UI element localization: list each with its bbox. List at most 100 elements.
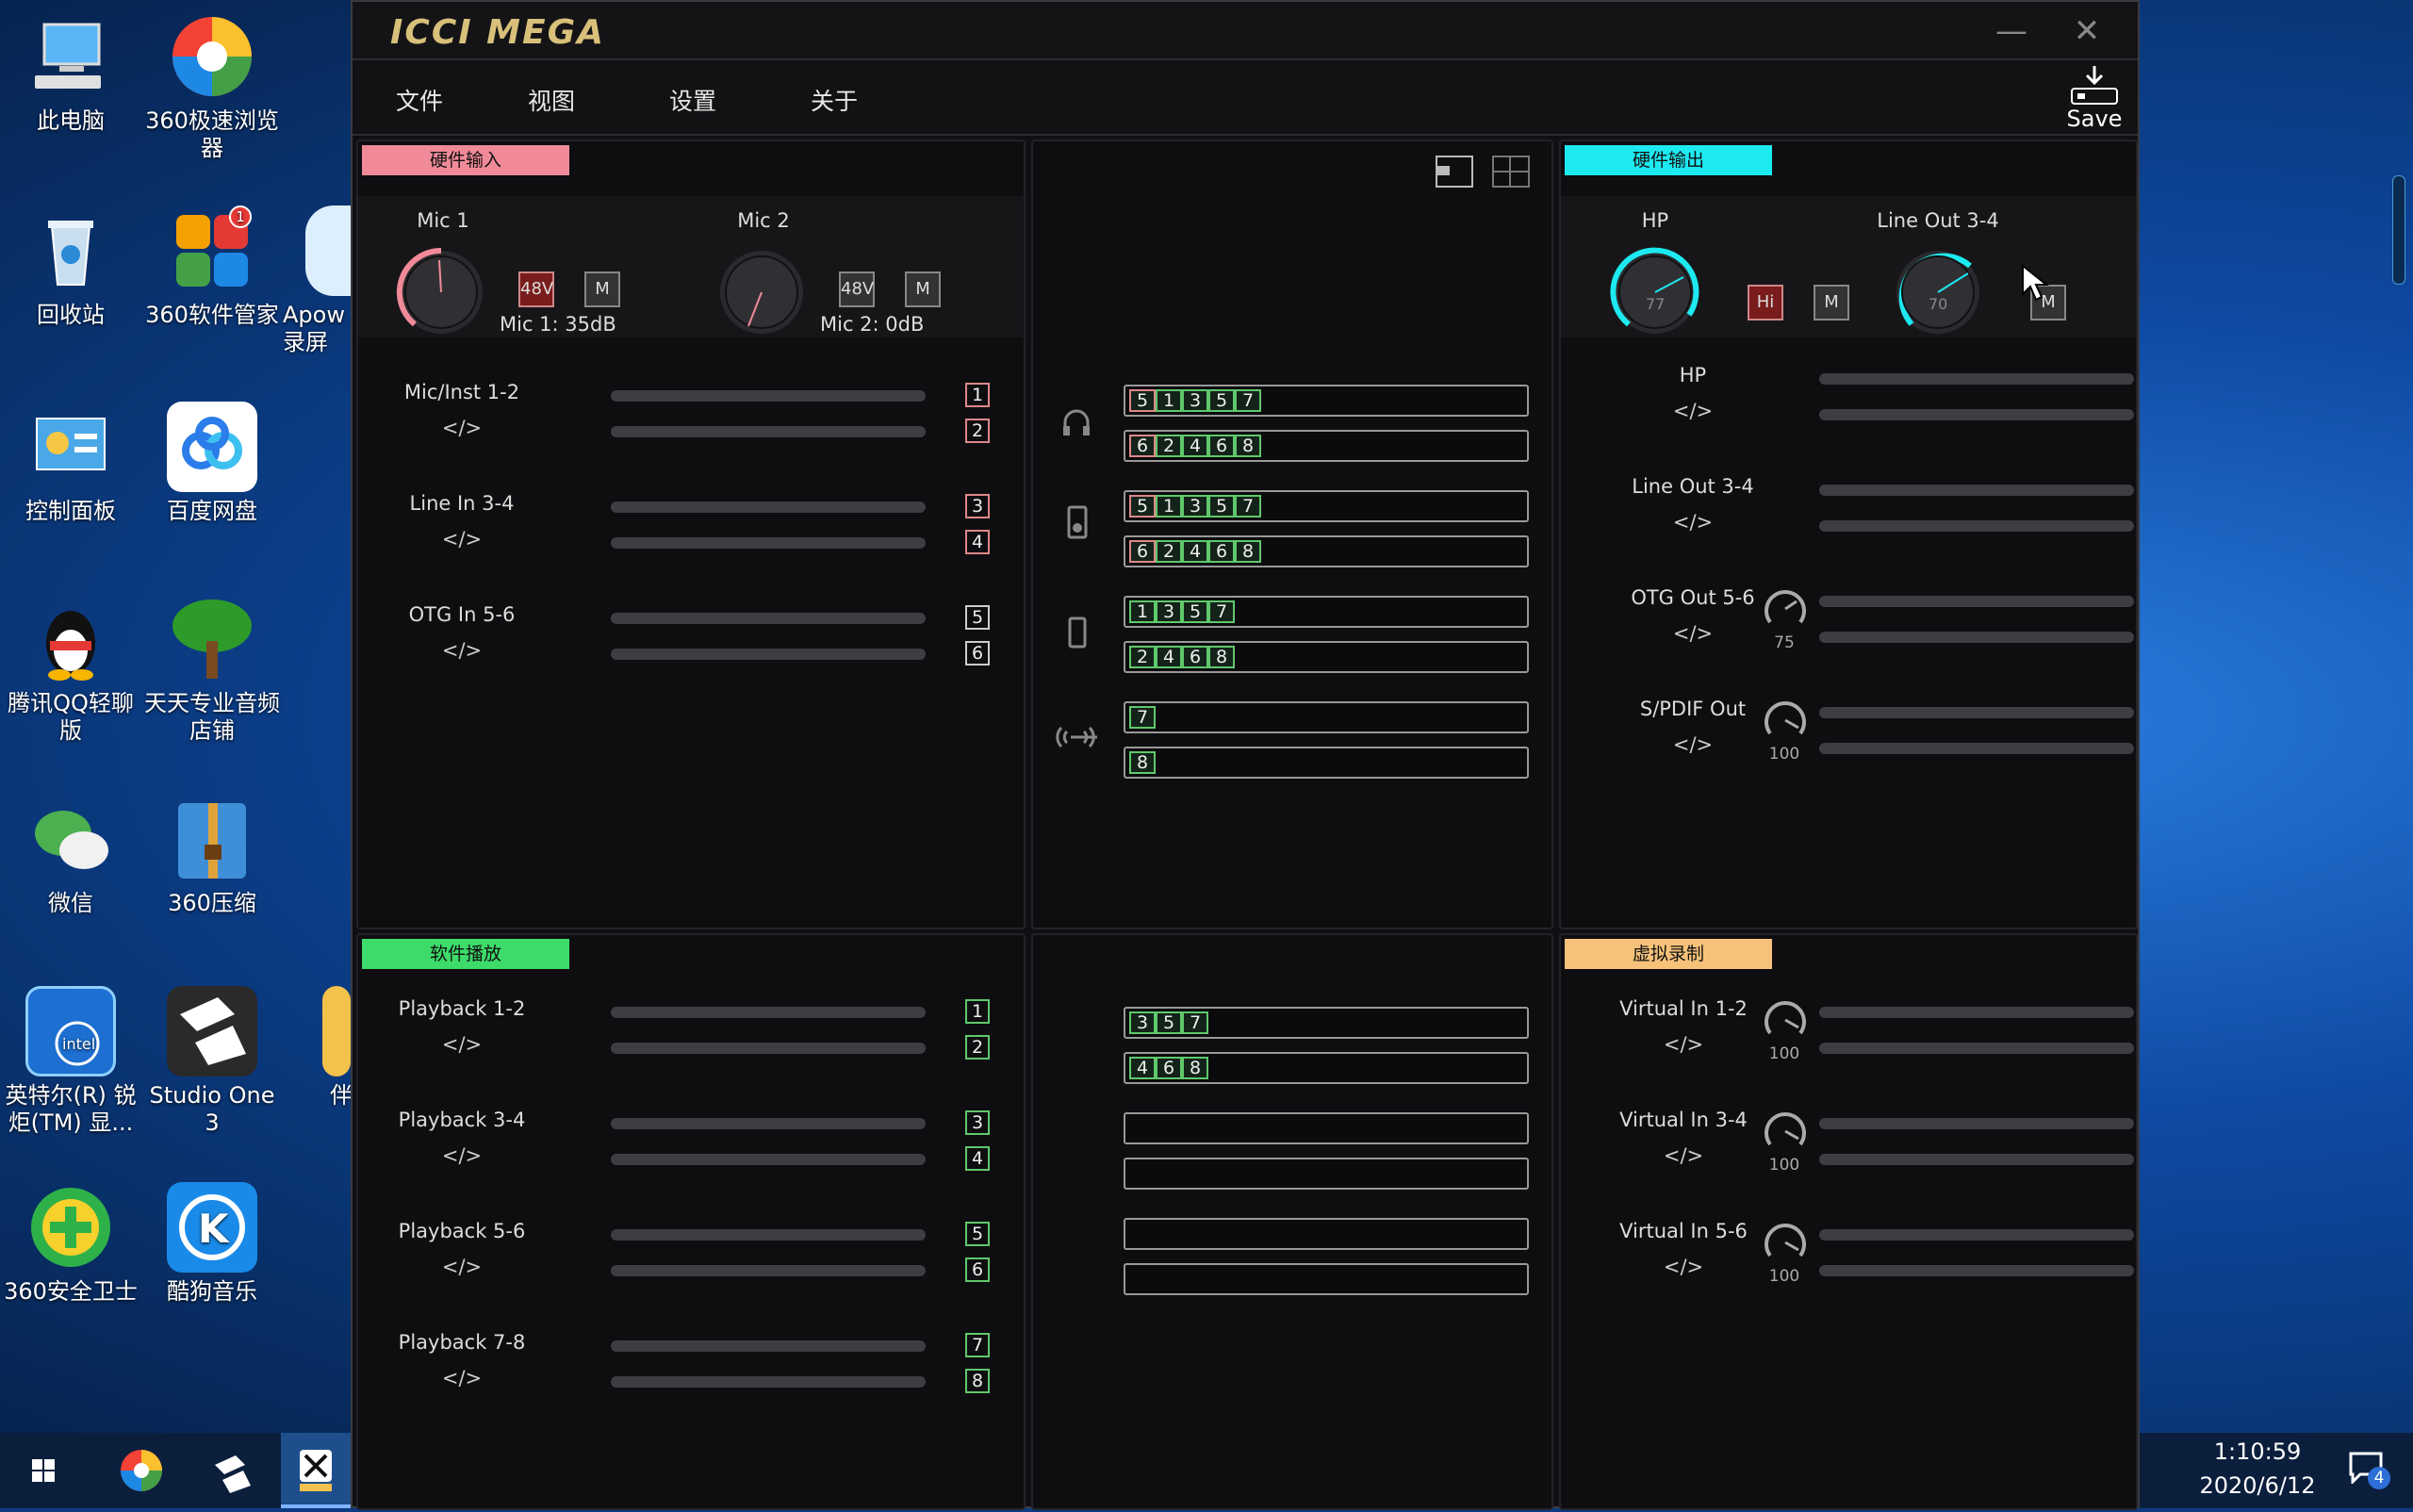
channel-link-toggle[interactable]: </> xyxy=(1665,400,1721,422)
channel-link-toggle[interactable]: </> xyxy=(434,1144,490,1167)
desktop-icon-studio-one[interactable]: Studio One 3 xyxy=(141,986,283,1137)
hp-hi-button[interactable]: Hi xyxy=(1748,285,1783,320)
channel-link-toggle[interactable]: </> xyxy=(1665,622,1721,645)
input-meter-l xyxy=(611,613,926,624)
channel-link-toggle[interactable]: </> xyxy=(434,417,490,439)
desktop-icon-baidu-pan[interactable]: 百度网盘 xyxy=(141,402,283,525)
desktop-icon-360-zip[interactable]: 360压缩 xyxy=(141,794,283,917)
routing-slot[interactable] xyxy=(1124,1263,1529,1295)
virtual-level-knob[interactable] xyxy=(1761,1218,1810,1267)
route-channel-chip: 2 xyxy=(1156,435,1182,457)
virtual-meter xyxy=(1819,1229,2134,1241)
taskbar-studio-one[interactable] xyxy=(196,1433,271,1508)
mic2-gain-knob[interactable] xyxy=(714,245,809,339)
route-channel-chip: 8 xyxy=(1208,646,1235,668)
spdif-level-value: 100 xyxy=(1768,745,1800,764)
mic1-phantom-button[interactable]: 48V xyxy=(518,271,554,307)
routing-slot[interactable] xyxy=(1124,1158,1529,1190)
desktop-icon-360-security[interactable]: 360安全卫士 xyxy=(0,1182,141,1306)
otg-level-knob[interactable] xyxy=(1761,584,1810,633)
channel-name: Line Out 3-4 xyxy=(1632,475,1754,498)
desktop-icon-this-pc[interactable]: 此电脑 xyxy=(0,11,141,135)
desktop-icon-partial[interactable]: 伴 xyxy=(283,986,351,1109)
desktop-icon-tiantian[interactable]: 天天专业音频店铺 xyxy=(141,594,283,745)
channel-link-toggle[interactable]: </> xyxy=(1665,733,1721,756)
channel-link-toggle[interactable]: </> xyxy=(434,639,490,662)
svg-text:intel: intel xyxy=(62,1035,95,1053)
virtual-level-knob[interactable] xyxy=(1761,1107,1810,1156)
route-channel-chip: 7 xyxy=(1235,495,1261,518)
layout-single-icon[interactable] xyxy=(1435,155,1474,189)
desktop-icon-360-software[interactable]: 1 360软件管家 xyxy=(141,205,283,329)
clock-date[interactable]: 2020/6/12 xyxy=(2187,1472,2328,1499)
routing-slot[interactable]: 8 xyxy=(1124,747,1529,779)
routing-slot[interactable]: 2468 xyxy=(1124,641,1529,673)
taskbar-icci-mega[interactable] xyxy=(281,1433,351,1508)
routing-slot[interactable]: 7 xyxy=(1124,701,1529,733)
desktop-icon-control-panel[interactable]: 控制面板 xyxy=(0,402,141,525)
windows-icon xyxy=(32,1459,55,1482)
menu-file[interactable]: 文件 xyxy=(396,83,443,117)
routing-slot[interactable]: 51357 xyxy=(1124,385,1529,417)
routing-slot[interactable] xyxy=(1124,1218,1529,1250)
desktop-icon-apowersoft[interactable]: Apow录屏 xyxy=(283,205,351,356)
mic2-phantom-button[interactable]: 48V xyxy=(839,271,875,307)
routing-slot[interactable]: 51357 xyxy=(1124,490,1529,522)
input-meter-r xyxy=(611,649,926,660)
mic1-mute-button[interactable]: M xyxy=(584,271,620,307)
desktop-icon-qq[interactable]: 腾讯QQ轻聊版 xyxy=(0,594,141,745)
channel-link-toggle[interactable]: </> xyxy=(434,1033,490,1056)
channel-link-toggle[interactable]: </> xyxy=(1665,511,1721,534)
routing-slot[interactable] xyxy=(1124,1112,1529,1144)
routing-slot[interactable]: 1357 xyxy=(1124,596,1529,628)
channel-name: Playback 5-6 xyxy=(398,1220,526,1242)
notification-badge: 1 xyxy=(229,205,252,228)
mic2-mute-button[interactable]: M xyxy=(905,271,941,307)
channel-link-toggle[interactable]: </> xyxy=(1655,1256,1712,1278)
route-channel-chip: 8 xyxy=(1129,751,1156,774)
virtual-record-tag: 虚拟录制 xyxy=(1565,939,1772,969)
routing-slot[interactable]: 62468 xyxy=(1124,535,1529,567)
desktop-icon-intel-graphics[interactable]: intel 英特尔(R) 锐炬(TM) 显... xyxy=(0,986,141,1137)
menu-about[interactable]: 关于 xyxy=(811,83,858,117)
menu-bar: 文件 视图 设置 关于 Save xyxy=(353,60,2138,136)
channel-link-toggle[interactable]: </> xyxy=(1655,1144,1712,1167)
notification-center-button[interactable]: 4 xyxy=(2347,1450,2390,1491)
hardware-input-tag: 硬件输入 xyxy=(362,145,569,175)
hp-mute-button[interactable]: M xyxy=(1814,285,1849,320)
desktop-icon-recycle-bin[interactable]: 回收站 xyxy=(0,205,141,329)
mic1-gain-knob[interactable] xyxy=(394,245,488,339)
layout-split-icon[interactable] xyxy=(1491,155,1531,189)
minimize-button[interactable]: — xyxy=(1983,9,2040,53)
channel-number: 2 xyxy=(965,1035,990,1060)
save-button[interactable]: Save xyxy=(2064,64,2125,132)
spdif-level-knob[interactable] xyxy=(1761,696,1810,745)
browser-icon xyxy=(121,1450,162,1491)
svg-text:K: K xyxy=(198,1206,230,1252)
desktop-icon-wechat[interactable]: 微信 xyxy=(0,794,141,917)
channel-link-toggle[interactable]: </> xyxy=(434,528,490,551)
start-button[interactable] xyxy=(6,1433,81,1508)
routing-slot[interactable]: 357 xyxy=(1124,1007,1529,1039)
lineout-label: Line Out 3-4 xyxy=(1877,209,1999,232)
desktop-icon-label: 英特尔(R) 锐炬(TM) 显... xyxy=(5,1082,137,1136)
channel-link-toggle[interactable]: </> xyxy=(1655,1033,1712,1056)
hp-volume-knob[interactable]: 77 xyxy=(1608,245,1702,339)
menu-view[interactable]: 视图 xyxy=(528,83,575,117)
menu-settings[interactable]: 设置 xyxy=(669,83,716,117)
close-button[interactable]: ✕ xyxy=(2059,9,2115,53)
virtual-level-knob[interactable] xyxy=(1761,995,1810,1044)
channel-number: 5 xyxy=(965,605,990,630)
clock-time[interactable]: 1:10:59 xyxy=(2187,1438,2328,1465)
taskbar-browser[interactable] xyxy=(104,1433,179,1508)
channel-link-toggle[interactable]: </> xyxy=(434,1367,490,1389)
lineout-volume-knob[interactable]: 70 xyxy=(1891,245,1985,339)
channel-link-toggle[interactable]: </> xyxy=(434,1256,490,1278)
routing-slot[interactable]: 62468 xyxy=(1124,430,1529,462)
desktop-icon-kugou[interactable]: K 酷狗音乐 xyxy=(141,1182,283,1306)
title-bar[interactable]: ICCI MEGA — ✕ xyxy=(353,2,2138,60)
route-channel-chip: 2 xyxy=(1129,646,1156,668)
routing-slot[interactable]: 468 xyxy=(1124,1052,1529,1084)
input-meter-r xyxy=(611,426,926,437)
desktop-icon-360-browser[interactable]: 360极速浏览器 xyxy=(141,11,283,162)
